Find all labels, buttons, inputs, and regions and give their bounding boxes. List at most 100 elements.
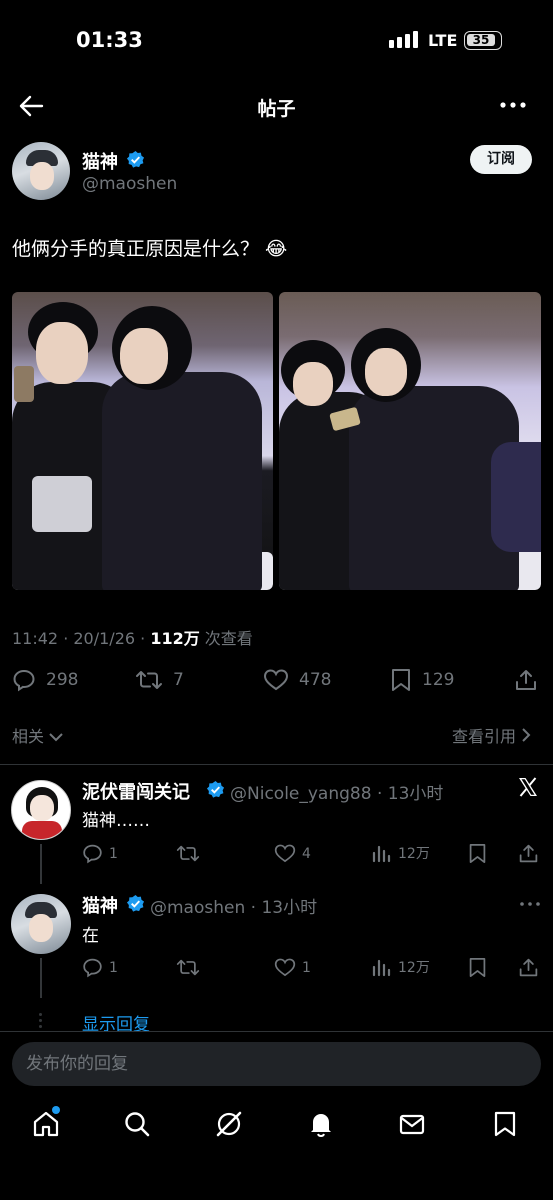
subscribe-button[interactable]: 订阅 [470,145,532,174]
reply-author-name[interactable]: 猫神 [82,892,118,918]
reply-repost-button[interactable] [176,843,200,864]
reply-views-button[interactable]: 12万 [372,957,430,977]
reply-input[interactable] [12,1042,541,1086]
chevron-down-icon [49,733,63,742]
reply-repost-button[interactable] [176,957,200,978]
post-timestamp: 11:42 · 20/1/26 · 112万 次查看 [12,625,253,649]
divider [0,764,553,765]
bottom-tab-bar [0,1097,553,1200]
reply-button[interactable]: 298 [12,668,78,692]
reply-reply-button[interactable]: 1 [82,843,118,864]
repost-icon [136,671,162,689]
mail-icon [399,1114,425,1135]
x-logo-icon [517,776,539,798]
reply-count: 298 [46,670,79,690]
tab-grok[interactable] [215,1110,243,1142]
reply-icon [83,958,102,978]
page-title: 帖子 [257,98,296,120]
post-image-1[interactable] [12,292,273,590]
tab-home[interactable] [32,1110,60,1142]
more-options-icon[interactable] [500,102,526,108]
tab-bookmarks[interactable] [492,1110,518,1142]
repost-icon [176,845,200,862]
view-quotes-label: 查看引用 [452,727,517,746]
view-count: 112万 [150,629,200,648]
reply-icon [83,844,102,864]
tab-messages[interactable] [398,1110,426,1142]
reply-avatar[interactable] [11,780,71,840]
verified-badge-icon [126,150,145,169]
reply-like-button[interactable]: 4 [274,843,311,864]
bookmark-icon [494,1111,516,1137]
bell-icon [311,1114,331,1138]
battery-level: 35 [467,34,495,46]
reply-share-button[interactable] [518,843,539,864]
home-icon [33,1111,59,1137]
reply-like-count: 1 [302,959,311,976]
author-handle[interactable]: @maoshen [82,174,177,194]
reply-share-button[interactable] [518,957,539,978]
network-label: LTE [428,31,458,50]
analytics-icon [372,845,391,863]
heart-icon [274,844,296,863]
reply-handle-time: @Nicole_yang88 · 13小时 [230,784,444,804]
repost-count: 7 [173,670,184,690]
reply-avatar[interactable] [11,894,71,954]
grok-icon [216,1111,242,1137]
bookmark-icon [392,669,410,691]
signal-icon [389,31,418,48]
status-time: 01:33 [76,28,143,52]
reply-reply-count: 1 [109,959,118,976]
view-label: 次查看 [199,629,253,648]
thread-dots [39,1013,43,1029]
view-quotes-link[interactable]: 查看引用 [452,723,531,747]
reply-bookmark-button[interactable] [468,957,487,978]
reply-view-count: 12万 [398,960,430,976]
share-icon [519,958,538,977]
heart-icon [274,958,296,977]
bookmark-icon [469,958,486,977]
thread-line [40,844,42,884]
tab-search[interactable] [123,1110,151,1142]
post-time: 11:42 · 20/1/26 · [12,629,151,648]
reply-reply-button[interactable]: 1 [82,957,118,978]
like-count: 478 [299,670,332,690]
bookmark-button[interactable]: 129 [390,668,454,692]
share-button[interactable] [514,668,538,692]
notification-dot [52,1106,60,1114]
battery-icon: 35 [464,31,502,50]
tab-notifications[interactable] [307,1110,335,1142]
reply-views-button[interactable]: 12万 [372,843,430,863]
related-dropdown[interactable]: 相关 [12,723,63,747]
share-icon [516,670,536,690]
reply-handle-time: @maoshen · 13小时 [150,898,318,918]
heart-icon [263,669,289,691]
share-icon [519,844,538,863]
chevron-right-icon [522,728,531,742]
reply-bookmark-button[interactable] [468,843,487,864]
search-icon [125,1112,150,1137]
like-button[interactable]: 478 [263,668,331,692]
related-label: 相关 [12,727,45,746]
verified-badge-icon [126,894,145,913]
reply-text: 在 [82,926,99,946]
reply-like-count: 4 [302,845,311,862]
repost-button[interactable]: 7 [135,668,184,692]
reply-text: 猫神…… [82,811,150,831]
reply-author-name[interactable]: 泥伏雷闯关记 [82,778,190,804]
author-name[interactable]: 猫神 [82,148,118,174]
bookmark-count: 129 [422,670,455,690]
reply-reply-count: 1 [109,845,118,862]
reply-like-button[interactable]: 1 [274,957,311,978]
reply-view-count: 12万 [398,846,430,862]
reply-icon [13,669,35,692]
thread-line [40,958,42,998]
bookmark-icon [469,844,486,863]
repost-icon [176,959,200,976]
author-avatar[interactable] [12,142,70,200]
more-options-icon[interactable] [520,902,540,906]
verified-badge-icon [206,780,225,799]
post-image-2[interactable] [279,292,541,590]
post-text: 他俩分手的真正原因是什么？ 😂 [12,238,288,260]
analytics-icon [372,959,391,977]
